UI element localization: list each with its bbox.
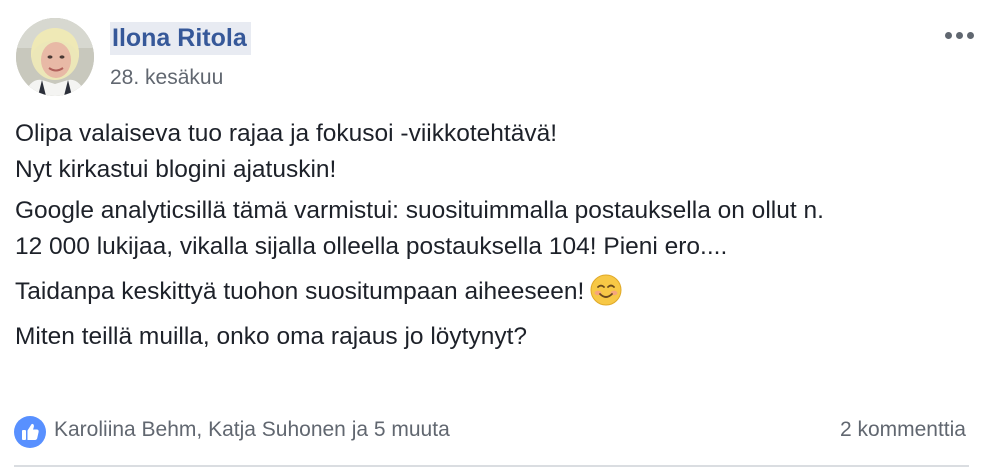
post-text-line: Olipa valaiseva tuo rajaa ja fokusoi -vi… <box>15 120 558 147</box>
post-paragraph: Miten teillä muilla, onko oma rajaus jo … <box>15 319 975 355</box>
post-text-line: Nyt kirkastui blogini ajatuskin! <box>15 156 337 183</box>
post-date-link[interactable]: 28. kesäkuu <box>110 66 223 90</box>
post-paragraph: Olipa valaiseva tuo rajaa ja fokusoi -vi… <box>15 116 975 188</box>
smiling-face-emoji <box>590 274 622 306</box>
profile-photo <box>16 18 94 96</box>
post-paragraph: Taidanpa keskittyä tuohon suositumpaan a… <box>15 274 975 310</box>
thumbs-up-icon[interactable] <box>14 416 46 448</box>
divider <box>14 465 969 467</box>
reactions-link[interactable]: Karoliina Behm, Katja Suhonen ja 5 muuta <box>54 418 450 442</box>
post-message: Olipa valaiseva tuo rajaa ja fokusoi -vi… <box>15 116 975 364</box>
post-text-line: Google analyticsillä tämä varmistui: suo… <box>15 197 824 224</box>
author-avatar[interactable] <box>16 18 94 96</box>
post-footer: Karoliina Behm, Katja Suhonen ja 5 muuta… <box>14 416 974 448</box>
post-text-line: Miten teillä muilla, onko oma rajaus jo … <box>15 323 528 350</box>
post-text-line: 12 000 lukijaa, vikalla sijalla olleella… <box>15 233 728 260</box>
post-text-line: Taidanpa keskittyä tuohon suositumpaan a… <box>15 278 585 305</box>
comments-count-link[interactable]: 2 kommenttia <box>840 418 966 442</box>
ellipsis-icon[interactable] <box>943 28 976 43</box>
post-paragraph: Google analyticsillä tämä varmistui: suo… <box>15 193 975 265</box>
feed-post: Ilona Ritola 28. kesäkuu Olipa valaiseva… <box>0 0 990 473</box>
author-name-link[interactable]: Ilona Ritola <box>110 22 251 55</box>
